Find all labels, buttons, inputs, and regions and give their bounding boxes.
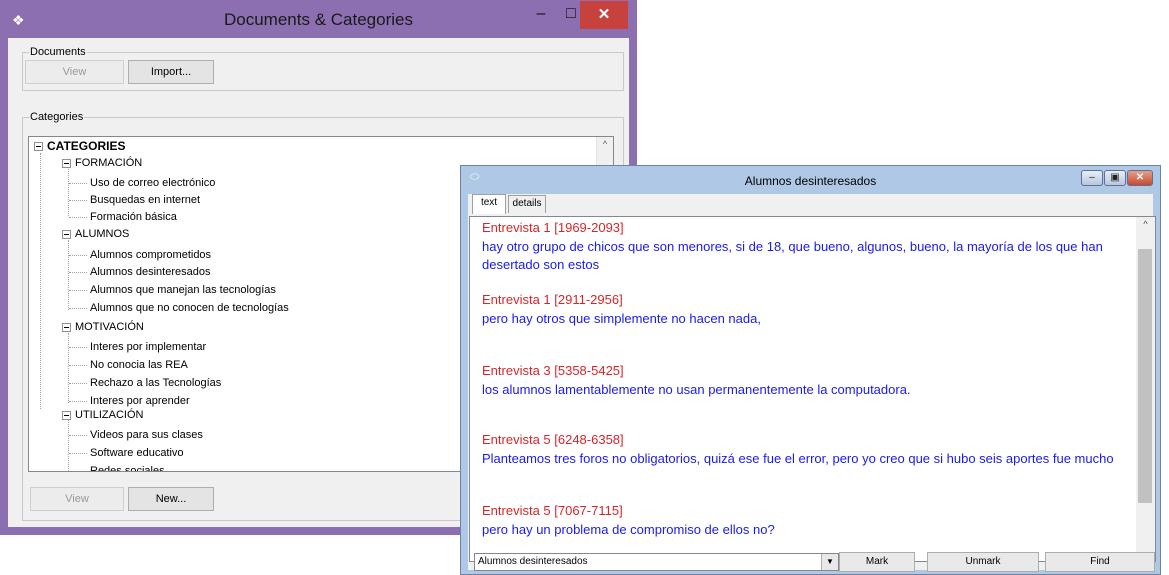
segment-text: hay otro grupo de chicos que son menores… [482,239,1103,272]
restore-button[interactable]: ▣ [1104,170,1126,186]
tree-group-formacion[interactable]: FORMACIÓN [75,156,142,170]
segment-text: pero hay un problema de compromiso de el… [482,522,775,537]
tree-line [69,290,87,291]
segment-text: pero hay otros que simplemente no hacen … [482,311,761,326]
tree-line [40,153,41,409]
text-scrollbar[interactable]: ^ ⌄ [1136,217,1155,561]
title-bar[interactable]: ⬭ Alumnos desinteresados – ▣ ✕ [461,166,1160,194]
tree-line [69,453,87,454]
category-select[interactable]: Alumnos desinteresados ▼ [474,553,839,571]
tree-line [69,365,87,366]
tree-item[interactable]: Alumnos que manejan las tecnologías [90,283,276,297]
tree-item[interactable]: Busquedas en internet [90,193,200,207]
tree-line [68,333,69,403]
tree-line [69,272,87,273]
find-button[interactable]: Find [1045,552,1155,572]
tree-line [69,401,87,402]
tree-line [69,435,87,436]
tree-item[interactable]: Rechazo a las Tecnologías [90,376,221,390]
tree-line [69,471,87,472]
unmark-button[interactable]: Unmark [927,552,1039,572]
documents-legend: Documents [30,46,86,58]
tree-line [69,347,87,348]
scroll-up-icon[interactable]: ^ [597,137,613,151]
tree-line [69,308,87,309]
minimize-button[interactable]: – [1081,170,1103,186]
window-title: Alumnos desinteresados [744,174,877,188]
tree-item[interactable]: Uso de correo electrónico [90,176,215,190]
tree-line [68,419,69,471]
collapse-icon[interactable] [62,230,71,239]
tree-line [69,383,87,384]
import-button[interactable]: Import... [128,60,214,84]
view-document-button[interactable]: View [25,60,124,84]
segment-source: Entrevista 5 [7067-7115] [482,503,623,518]
tab-details[interactable]: details [508,195,546,213]
tree-line [68,164,69,216]
tree-item[interactable]: Formación básica [90,210,177,224]
tree-line [69,217,87,218]
collapse-icon[interactable] [62,411,71,420]
tree-item[interactable]: Alumnos desinteresados [90,265,210,279]
segment-source: Entrevista 1 [1969-2093] [482,220,624,235]
scroll-thumb[interactable] [1138,249,1152,503]
tree-item[interactable]: Software educativo [90,446,184,460]
tree-item[interactable]: No conocia las REA [90,358,188,372]
segment-text: los alumnos lamentablemente no usan perm… [482,382,911,397]
view-category-button[interactable]: View [30,487,124,511]
category-select-value: Alumnos desinteresados [478,556,588,567]
segment-source: Entrevista 1 [2911-2956] [482,292,623,307]
mark-button[interactable]: Mark [839,552,915,572]
tree-item[interactable]: Redes sociales [90,464,165,471]
collapse-icon[interactable] [62,323,71,332]
tree-group-alumnos[interactable]: ALUMNOS [75,227,129,241]
tree-group-utilizacion[interactable]: UTILIZACIÓN [75,408,143,422]
categories-legend: Categories [30,111,84,123]
segment-text: Planteamos tres foros no obligatorios, q… [482,451,1114,466]
collapse-icon[interactable] [62,159,71,168]
tree-item[interactable]: Videos para sus clases [90,428,203,442]
tree-root[interactable]: CATEGORIES [47,139,125,153]
tree-line [69,183,87,184]
minimize-button[interactable]: – [526,0,556,30]
segment-source: Entrevista 3 [5358-5425] [482,363,624,378]
segment-source: Entrevista 5 [6248-6358] [482,432,624,447]
tree-line [68,240,69,310]
tree-group-motivacion[interactable]: MOTIVACIÓN [75,320,144,334]
tree-item[interactable]: Alumnos comprometidos [90,248,211,262]
tree-line [69,255,87,256]
title-bar[interactable]: ❖ Documents & Categories – □ ✕ [0,0,637,38]
dropdown-arrow-icon[interactable]: ▼ [821,554,838,570]
coded-text-panel[interactable]: Entrevista 1 [1969-2093] hay otro grupo … [469,216,1156,562]
tree-item[interactable]: Alumnos que no conocen de tecnologías [90,301,289,315]
new-category-button[interactable]: New... [128,487,214,511]
tree-item[interactable]: Interes por implementar [90,340,206,354]
alumnos-desinteresados-window: ⬭ Alumnos desinteresados – ▣ ✕ text deta… [460,165,1161,575]
tree-line [69,200,87,201]
scroll-up-icon[interactable]: ^ [1136,217,1155,231]
collapse-icon[interactable] [34,142,43,151]
tab-text[interactable]: text [472,194,506,214]
close-button[interactable]: ✕ [580,1,628,29]
close-button[interactable]: ✕ [1127,170,1153,186]
tree-item[interactable]: Interes por aprender [90,394,190,408]
